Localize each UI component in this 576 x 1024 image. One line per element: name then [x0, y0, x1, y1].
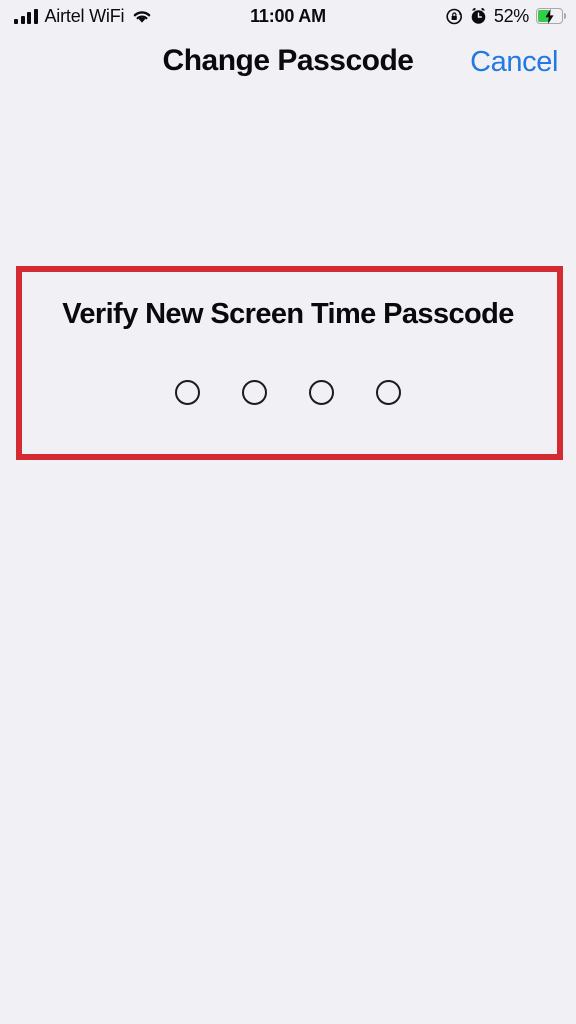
alarm-clock-icon: [471, 7, 486, 24]
status-bar: Airtel WiFi 11:00 AM 52%: [0, 0, 576, 32]
phone-screen: Airtel WiFi 11:00 AM 52% Change Passcode…: [0, 0, 576, 1024]
status-bar-right: 52%: [446, 7, 566, 25]
navigation-bar: Change Passcode Cancel: [0, 38, 576, 92]
cancel-button[interactable]: Cancel: [470, 46, 558, 79]
battery-percent-label: 52%: [493, 6, 529, 26]
red-rectangle-highlight: [16, 266, 563, 460]
rotation-lock-icon: [446, 8, 462, 24]
battery-charging-icon: [536, 8, 566, 24]
